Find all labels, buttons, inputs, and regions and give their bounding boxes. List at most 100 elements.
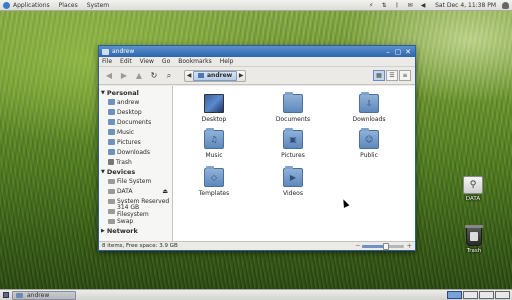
music-folder-icon: ♫ (204, 128, 224, 149)
up-button[interactable]: ▲ (133, 70, 145, 82)
sidebar-item-downloads[interactable]: Downloads (101, 147, 170, 157)
menu-file[interactable]: File (102, 58, 112, 65)
sidebar-item-trash[interactable]: Trash (101, 157, 170, 167)
workspace-3[interactable] (479, 291, 494, 299)
search-button[interactable]: ⌕ (163, 70, 175, 82)
sidebar-item-label: Music (117, 128, 135, 136)
expand-triangle-icon: ▶ (101, 227, 105, 234)
pictures-folder-icon: ▣ (283, 128, 303, 149)
applications-menu[interactable]: Applications (13, 2, 50, 9)
window-content: ▼ Personal andrew Desktop Documents Music… (99, 86, 415, 241)
path-segment-home[interactable]: andrew (193, 70, 238, 81)
distro-logo-icon[interactable] (3, 1, 10, 9)
home-icon (108, 99, 115, 105)
folder-icon (16, 292, 23, 298)
clock[interactable]: Sat Dec 4, 11:38 PM (435, 2, 496, 9)
power-icon[interactable]: ⚡ (367, 2, 375, 9)
zoom-out-icon[interactable]: － (355, 242, 361, 250)
file-documents[interactable]: Documents (267, 92, 319, 123)
show-desktop-button[interactable] (3, 292, 9, 298)
workspace-1[interactable] (447, 291, 462, 299)
file-templates[interactable]: ◇ Templates (188, 166, 240, 197)
workspace-2[interactable] (463, 291, 478, 299)
zoom-slider[interactable] (362, 242, 405, 250)
desktop-icon-trash[interactable]: Trash (459, 225, 489, 254)
reload-button[interactable]: ↻ (148, 70, 160, 82)
file-label: Videos (283, 190, 303, 197)
file-downloads[interactable]: ⇩ Downloads (343, 92, 395, 123)
sidebar-heading-network[interactable]: ▶ Network (101, 226, 170, 235)
file-videos[interactable]: ▶ Videos (267, 166, 319, 197)
sidebar-item-label: Documents (117, 118, 152, 126)
bluetooth-icon[interactable]: ᛒ (393, 2, 401, 9)
zoom-in-icon[interactable]: ＋ (406, 242, 412, 250)
path-right-arrow-icon[interactable]: ▶ (237, 72, 245, 79)
sidebar-heading-personal[interactable]: ▼ Personal (101, 88, 170, 97)
zoom-control: － ＋ (355, 242, 412, 250)
user-icon[interactable] (502, 1, 509, 9)
file-label: Downloads (352, 116, 386, 123)
sidebar-item-documents[interactable]: Documents (101, 117, 170, 127)
sidebar-item-label: DATA (117, 187, 133, 195)
sidebar-item-label: Desktop (117, 108, 142, 116)
file-label: Documents (275, 116, 311, 123)
eject-icon[interactable]: ⏏ (162, 188, 168, 195)
sidebar-item-music[interactable]: Music (101, 127, 170, 137)
file-pictures[interactable]: ▣ Pictures (267, 128, 319, 159)
taskbar-button-andrew[interactable]: andrew (12, 290, 76, 300)
desktop-icon-label: Trash (466, 248, 482, 254)
file-area[interactable]: Desktop Documents ⇩ Downloads ♫ Music ▣ … (173, 86, 415, 241)
usb-drive-icon: ⚲ (463, 176, 483, 194)
menubar: File Edit View Go Bookmarks Help (99, 57, 415, 67)
public-folder-icon: ☺ (359, 128, 379, 149)
icon-view-button[interactable]: ▦ (373, 70, 385, 81)
back-button[interactable]: ◀ (103, 70, 115, 82)
sidebar-item-andrew[interactable]: andrew (101, 97, 170, 107)
menu-edit[interactable]: Edit (120, 58, 132, 65)
trash-icon (465, 225, 483, 246)
titlebar[interactable]: andrew – ▢ ✕ (99, 46, 415, 57)
mail-icon[interactable]: ✉ (406, 2, 414, 9)
volume-icon[interactable]: ◀ (419, 2, 427, 9)
status-text: 8 items, Free space: 3.9 GB (102, 243, 178, 249)
menu-go[interactable]: Go (162, 58, 170, 65)
sidebar-item-file-system[interactable]: File System (101, 176, 170, 186)
file-desktop[interactable]: Desktop (188, 94, 240, 123)
sidebar-item-desktop[interactable]: Desktop (101, 107, 170, 117)
sidebar-item-label: andrew (117, 98, 140, 106)
close-button[interactable]: ✕ (404, 48, 412, 56)
desktop-icon (108, 109, 115, 115)
file-label: Pictures (281, 152, 305, 159)
sidebar-heading-devices[interactable]: ▼ Devices (101, 167, 170, 176)
drive-icon (108, 188, 115, 194)
top-panel: Applications Places System ⚡ ⇅ ᛒ ✉ ◀ Sat… (0, 0, 512, 11)
file-music[interactable]: ♫ Music (188, 128, 240, 159)
compact-view-button[interactable]: ≡ (399, 70, 411, 81)
file-public[interactable]: ☺ Public (343, 128, 395, 159)
workspace-4[interactable] (495, 291, 510, 299)
drive-icon (108, 178, 115, 184)
menu-bookmarks[interactable]: Bookmarks (178, 58, 212, 65)
desktop-folder-icon (204, 94, 224, 113)
forward-button[interactable]: ▶ (118, 70, 130, 82)
places-menu[interactable]: Places (59, 2, 78, 9)
statusbar: 8 items, Free space: 3.9 GB － ＋ (99, 241, 415, 250)
list-view-button[interactable]: ☰ (386, 70, 398, 81)
templates-folder-icon: ◇ (204, 166, 224, 187)
menu-view[interactable]: View (140, 58, 154, 65)
folder-icon (108, 129, 115, 135)
menu-help[interactable]: Help (220, 58, 234, 65)
system-menu[interactable]: System (87, 2, 109, 9)
sidebar-item-data[interactable]: DATA ⏏ (101, 186, 170, 196)
path-left-arrow-icon[interactable]: ◀ (185, 72, 193, 79)
network-icon[interactable]: ⇅ (380, 2, 388, 9)
desktop-icon-data[interactable]: ⚲ DATA (458, 176, 488, 202)
sidebar-item-pictures[interactable]: Pictures (101, 137, 170, 147)
maximize-button[interactable]: ▢ (394, 48, 402, 56)
minimize-button[interactable]: – (384, 48, 392, 56)
file-manager-window[interactable]: andrew – ▢ ✕ File Edit View Go Bookmarks… (98, 45, 416, 251)
videos-folder-icon: ▶ (283, 166, 303, 187)
sidebar-item-314gb[interactable]: 314 GB Filesystem (101, 204, 170, 218)
sidebar-item-label: Swap (117, 217, 134, 225)
zoom-slider-handle[interactable] (382, 242, 389, 250)
